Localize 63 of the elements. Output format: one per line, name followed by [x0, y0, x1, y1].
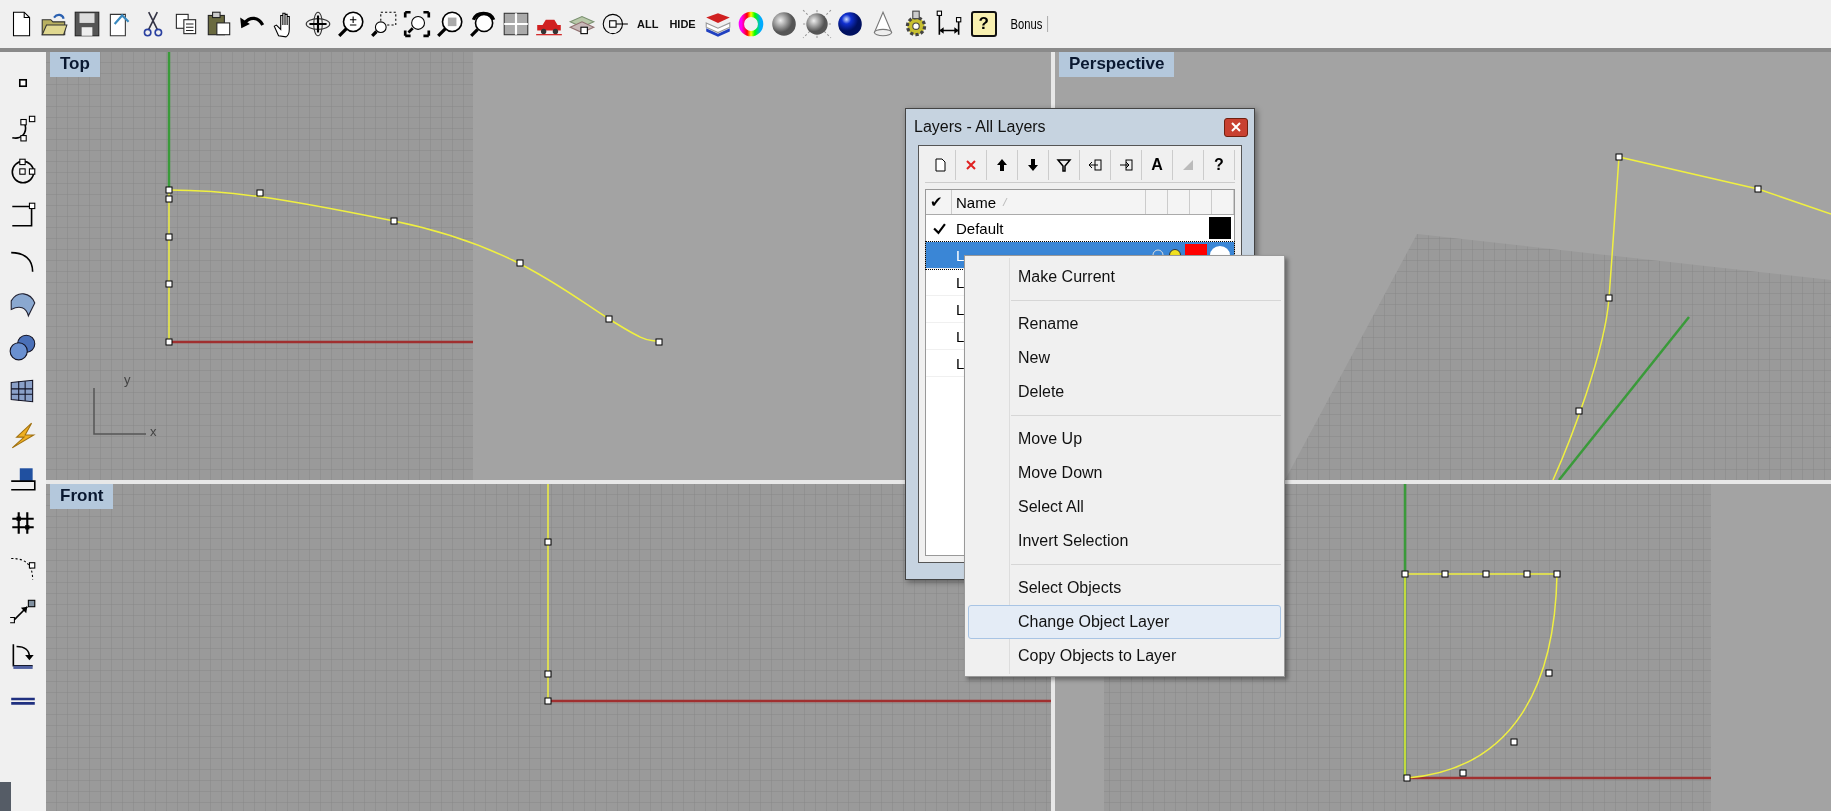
layer-name: L — [956, 354, 965, 372]
control-point — [544, 670, 552, 678]
control-point — [1510, 738, 1518, 746]
hatched-sphere-icon[interactable] — [801, 9, 832, 39]
undo-view-icon[interactable] — [468, 9, 498, 39]
column-header[interactable]: Name — [952, 190, 1146, 214]
bonus-button[interactable]: Bonus — [1008, 16, 1048, 32]
color-swatch[interactable] — [1209, 217, 1231, 239]
control-point — [1553, 570, 1561, 578]
dialog-title: Layers - All Layers — [914, 118, 1046, 136]
layer-name: L — [956, 327, 965, 345]
spheres-icon[interactable] — [8, 332, 38, 362]
control-point — [544, 538, 552, 546]
close-icon — [1231, 122, 1241, 132]
control-point — [655, 338, 663, 346]
help-button[interactable]: ? — [970, 11, 997, 37]
panel-edge — [0, 782, 11, 811]
control-point — [1545, 669, 1553, 677]
viewport-label[interactable]: Front — [50, 484, 114, 509]
layer-name: L — [956, 273, 965, 291]
toolbar-button[interactable]: ALL — [633, 18, 663, 30]
control-point — [1523, 570, 1531, 578]
control-point — [1615, 153, 1623, 161]
down-arrow-icon — [1025, 157, 1041, 173]
layer-name: L — [956, 300, 965, 318]
axis-icon — [93, 387, 147, 435]
zoom-window-icon[interactable] — [369, 9, 399, 39]
viewport-label[interactable]: Top — [50, 52, 100, 77]
zoom-extents-icon[interactable] — [402, 9, 432, 39]
zoom-icon[interactable] — [336, 9, 366, 39]
control-point — [165, 233, 173, 241]
control-point — [516, 259, 524, 267]
close-button[interactable] — [1224, 117, 1248, 137]
up-arrow-icon — [994, 157, 1010, 173]
rotate-icon[interactable] — [303, 9, 333, 39]
layer-name: L — [956, 246, 965, 264]
control-point — [1482, 570, 1490, 578]
toolbar-button[interactable]: HIDE — [665, 18, 700, 30]
control-point — [1575, 407, 1583, 415]
import-icon — [1087, 157, 1103, 173]
control-point — [256, 189, 264, 197]
axis-label: y — [124, 372, 131, 387]
sort-icon — [1002, 197, 1008, 207]
layer-name: Default — [956, 219, 1004, 237]
menu-item[interactable]: Change Object Layer — [968, 605, 1281, 639]
control-point — [1403, 774, 1411, 782]
control-point — [544, 697, 552, 705]
control-point — [1401, 570, 1409, 578]
control-point — [605, 315, 613, 323]
viewport-label[interactable]: Perspective — [1059, 52, 1175, 77]
export-icon — [1118, 157, 1134, 173]
control-point — [1754, 185, 1762, 193]
control-point — [165, 280, 173, 288]
new-layer-icon — [932, 157, 948, 173]
control-point — [1605, 294, 1613, 302]
control-point — [1441, 570, 1449, 578]
zoom-selected-icon[interactable] — [435, 9, 465, 39]
control-point — [390, 217, 398, 225]
axis-label: x — [150, 424, 157, 439]
control-point — [1459, 769, 1467, 777]
column-header[interactable]: ✔ — [926, 190, 952, 214]
control-point — [165, 338, 173, 346]
filter-icon — [1056, 157, 1072, 173]
